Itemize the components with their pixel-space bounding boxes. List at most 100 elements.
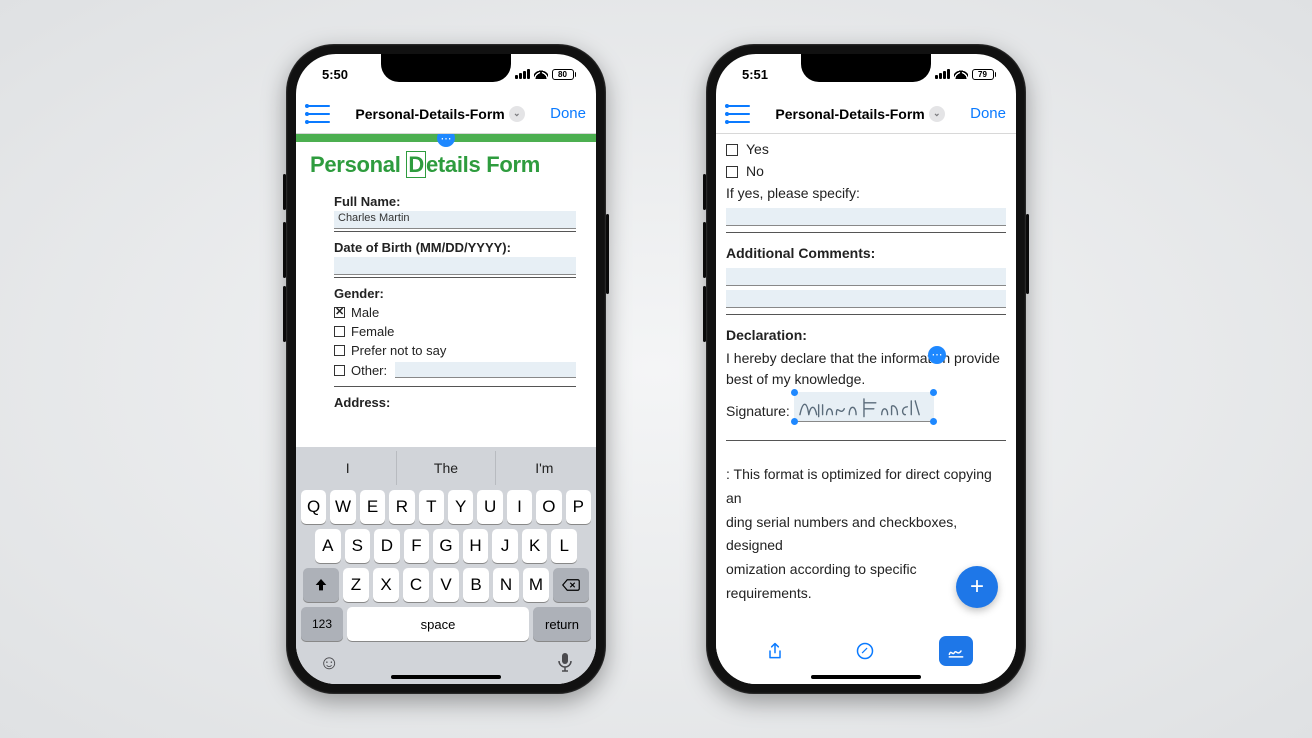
wifi-icon	[534, 69, 548, 79]
document-title-text: Personal-Details-Form	[775, 106, 924, 122]
emoji-icon[interactable]: ☺	[319, 652, 339, 678]
nav-bar: Personal-Details-Form ⌄ Done	[716, 94, 1016, 134]
done-button[interactable]: Done	[550, 105, 586, 122]
form-heading[interactable]: Personal Details Form	[306, 150, 586, 186]
selection-bar[interactable]: ⋯	[296, 134, 596, 142]
document-title[interactable]: Personal-Details-Form ⌄	[775, 106, 944, 122]
share-button[interactable]	[759, 635, 791, 667]
key-123[interactable]: 123	[301, 607, 343, 641]
comment-badge-icon[interactable]: ⋯	[928, 346, 946, 364]
document-title[interactable]: Personal-Details-Form ⌄	[355, 106, 524, 122]
key-s[interactable]: S	[345, 529, 371, 563]
outline-icon[interactable]	[306, 105, 330, 123]
key-f[interactable]: F	[404, 529, 430, 563]
key-d[interactable]: D	[374, 529, 400, 563]
sign-button[interactable]	[939, 636, 973, 666]
cellular-icon	[935, 69, 950, 79]
delete-icon	[562, 578, 580, 592]
key-u[interactable]: U	[477, 490, 502, 524]
gender-female-row[interactable]: Female	[334, 324, 576, 339]
chevron-down-icon[interactable]: ⌄	[929, 106, 945, 122]
document-content[interactable]: Yes No If yes, please specify: Additiona…	[716, 134, 1016, 684]
no-label: No	[746, 161, 764, 182]
key-c[interactable]: C	[403, 568, 429, 602]
signature-field[interactable]	[794, 392, 934, 422]
status-time: 5:50	[322, 67, 348, 82]
comments-label: Additional Comments:	[726, 243, 1006, 264]
checkbox-icon[interactable]	[334, 345, 345, 356]
prediction-2[interactable]: The	[397, 451, 495, 485]
drag-handle-icon[interactable]: ⋯	[437, 134, 455, 147]
gender-other-input[interactable]	[395, 362, 576, 378]
notch	[381, 54, 511, 82]
comments-input-1[interactable]	[726, 268, 1006, 286]
share-icon	[765, 641, 785, 661]
bottom-toolbar	[716, 628, 1016, 674]
key-q[interactable]: Q	[301, 490, 326, 524]
key-return[interactable]: return	[533, 607, 591, 641]
key-l[interactable]: L	[551, 529, 577, 563]
signature-image	[795, 393, 933, 423]
key-g[interactable]: G	[433, 529, 459, 563]
gender-female-label: Female	[351, 324, 394, 339]
comments-input-2[interactable]	[726, 290, 1006, 308]
declaration-label: Declaration:	[726, 325, 1006, 346]
phone-right: 5:51 79 Personal-Details-Form ⌄ Done Yes	[706, 44, 1026, 694]
keyboard: I The I'm Q W E R T Y U I O P A S D F	[296, 447, 596, 684]
specify-input[interactable]	[726, 208, 1006, 226]
no-row[interactable]: No	[726, 161, 1006, 182]
declaration-text: I hereby declare that the information pr…	[726, 348, 1006, 369]
key-r[interactable]: R	[389, 490, 414, 524]
key-k[interactable]: K	[522, 529, 548, 563]
key-y[interactable]: Y	[448, 490, 473, 524]
key-delete[interactable]	[553, 568, 589, 602]
screen-left: 5:50 80 Personal-Details-Form ⌄ Done ⋯	[296, 54, 596, 684]
document-content[interactable]: ⋯ Personal Details Form Full Name: Charl…	[296, 134, 596, 447]
key-x[interactable]: X	[373, 568, 399, 602]
key-t[interactable]: T	[419, 490, 444, 524]
outline-icon[interactable]	[726, 105, 750, 123]
prediction-3[interactable]: I'm	[496, 451, 593, 485]
key-w[interactable]: W	[330, 490, 355, 524]
yes-row[interactable]: Yes	[726, 139, 1006, 160]
key-i[interactable]: I	[507, 490, 532, 524]
home-indicator[interactable]	[391, 675, 501, 679]
key-o[interactable]: O	[536, 490, 561, 524]
checkbox-icon[interactable]	[334, 326, 345, 337]
status-icons: 79	[935, 69, 996, 80]
key-h[interactable]: H	[463, 529, 489, 563]
key-space[interactable]: space	[347, 607, 529, 641]
markup-button[interactable]	[849, 635, 881, 667]
key-b[interactable]: B	[463, 568, 489, 602]
key-p[interactable]: P	[566, 490, 591, 524]
gender-other-row[interactable]: Other:	[334, 362, 576, 378]
home-indicator[interactable]	[811, 675, 921, 679]
checkbox-icon[interactable]	[334, 365, 345, 376]
key-e[interactable]: E	[360, 490, 385, 524]
key-j[interactable]: J	[492, 529, 518, 563]
key-v[interactable]: V	[433, 568, 459, 602]
key-n[interactable]: N	[493, 568, 519, 602]
battery-icon: 79	[972, 69, 997, 80]
notch	[801, 54, 931, 82]
add-button[interactable]: +	[956, 566, 998, 608]
prediction-bar: I The I'm	[299, 451, 593, 485]
declaration-text-2: best of my knowledge.	[726, 369, 1006, 390]
key-m[interactable]: M	[523, 568, 549, 602]
gender-male-row[interactable]: Male	[334, 305, 576, 320]
done-button[interactable]: Done	[970, 105, 1006, 122]
chevron-down-icon[interactable]: ⌄	[509, 106, 525, 122]
full-name-input[interactable]: Charles Martin	[334, 211, 576, 229]
gender-prefer-row[interactable]: Prefer not to say	[334, 343, 576, 358]
key-z[interactable]: Z	[343, 568, 369, 602]
mic-icon[interactable]	[557, 652, 573, 678]
key-a[interactable]: A	[315, 529, 341, 563]
form-heading-b: etails Form	[426, 152, 540, 177]
key-shift[interactable]	[303, 568, 339, 602]
dob-input[interactable]	[334, 257, 576, 275]
prediction-1[interactable]: I	[299, 451, 397, 485]
status-icons: 80	[515, 69, 576, 80]
checkbox-icon[interactable]	[726, 166, 738, 178]
checkbox-icon[interactable]	[334, 307, 345, 318]
checkbox-icon[interactable]	[726, 144, 738, 156]
